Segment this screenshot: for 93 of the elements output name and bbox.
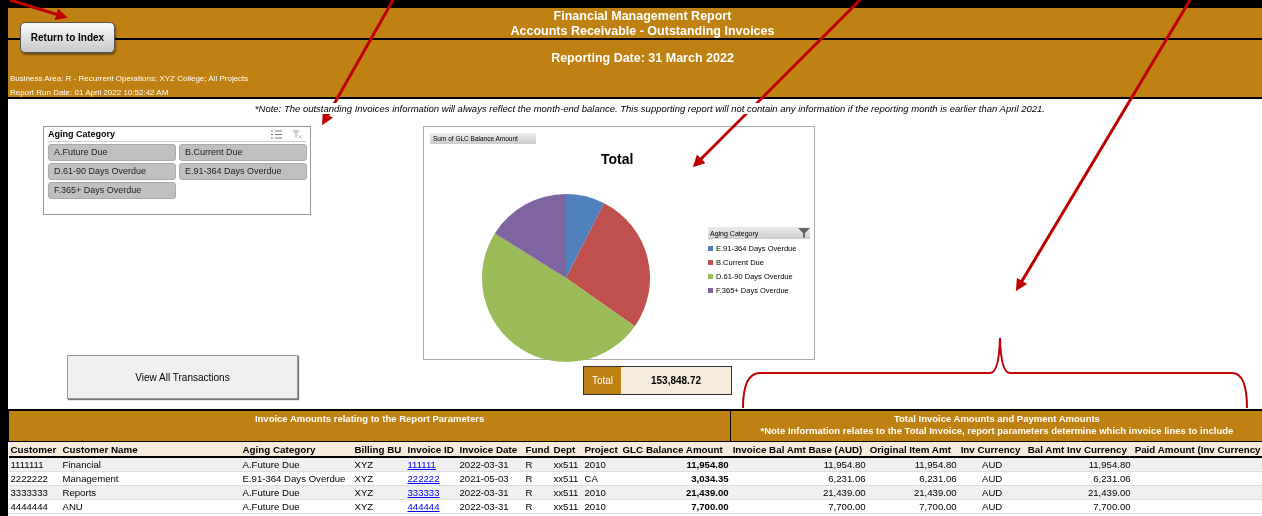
column-header: Original Item Amt [867,441,959,457]
table-cell: A.Future Due [240,457,353,472]
table-cell: ANU [60,499,241,514]
report-title: Accounts Receivable - Outstanding Invoices [510,24,775,39]
table-cell: 6,231.06 [867,471,959,486]
column-header: Invoice Bal Amt Base (AUD) [730,441,868,457]
run-date: Report Run Date: 01 April 2022 10:52:42 AM [10,87,170,99]
table-cell: Management [60,471,241,486]
column-header: Invoice Date [457,441,524,457]
column-header: Fund [523,441,552,457]
invoice-link[interactable]: 222222 [407,473,440,484]
table-cell: 4444444 [8,499,61,514]
table-cell: xx511 [551,457,583,472]
table-cell: R [523,471,552,486]
table-cell: AUD [958,485,1026,500]
column-header: Inv Currency [958,441,1026,457]
column-header: Aging Category [240,441,353,457]
table-cell: 11,954.80 [1025,457,1133,472]
table-cell: 7,700.00 [730,499,868,514]
table-cell: xx511 [551,499,583,514]
table-cell: 2010 [582,485,621,500]
column-header: Billing BU [352,441,406,457]
table-cell: 2021-05-03 [457,471,524,486]
note: *Note: The outstanding Invoices information will always reflect the month-end balance. This supporting report will not contain any information if the reporting month is earlier than April 2021. [254,103,1045,114]
table-cell: 21,439.00 [730,485,868,500]
slicer-title: Aging Category [48,129,115,139]
slicer-item[interactable]: B.Current Due [179,144,307,161]
reporting-date: Reporting Date: 31 March 2022 [550,51,735,65]
column-header: Customer [8,441,61,457]
column-header: Project [582,441,621,457]
table-cell: 6,231.06 [730,471,868,486]
chart-title: Total [601,151,634,167]
column-header: Bal Amt Inv Currency [1025,441,1133,457]
table-cell: 21,439.00 [867,485,959,500]
column-header: Invoice ID [405,441,458,457]
multi-select-icon[interactable] [271,129,282,139]
table-cell: AUD [958,471,1026,486]
view-all-transactions-button[interactable]: View All Transactions [67,355,298,399]
table-cell: R [523,485,552,500]
table-cell: 7,700.00 [867,499,959,514]
column-header: GLC Balance Amount [620,441,731,457]
table-section-heading: Total Invoice Amounts and Payment Amounts *Note Information relates to the Total Invoice, report parameters determine which invoice lines to include [730,410,1262,442]
table-cell: 21,439.00 [620,485,731,500]
table-cell: 3333333 [8,485,61,500]
table-cell: A.Future Due [240,499,353,514]
column-header: Paid Amount (Inv Currency [1132,441,1262,457]
table-cell: 3,034.35 [620,471,731,486]
slicer-item[interactable]: D.61-90 Days Overdue [48,163,176,180]
total-label: Total [584,367,621,394]
invoice-link[interactable]: 333333 [407,487,440,498]
annotation-arrow [9,0,68,20]
table-cell: XYZ [352,471,406,486]
total-value: 153,848.72 [621,367,731,394]
table-cell: xx511 [551,485,583,500]
table-cell: AUD [958,457,1026,472]
table-cell: CA [582,471,621,486]
table-cell: 6,231.06 [1025,471,1133,486]
column-header: Customer Name [60,441,241,457]
table-cell: Financial [60,457,241,472]
table-cell: 11,954.80 [730,457,868,472]
table-cell: XYZ [352,485,406,500]
table-cell: 2022-03-31 [457,499,524,514]
invoice-link[interactable]: 444444 [407,501,440,512]
table-cell: E.91-364 Days Overdue [240,471,353,486]
table-cell: 2022-03-31 [457,457,524,472]
table-cell: A.Future Due [240,485,353,500]
table-cell: XYZ [352,499,406,514]
filter-icon[interactable] [798,228,810,238]
slicer-item[interactable]: E.91-364 Days Overdue [179,163,307,180]
table-cell: 7,700.00 [620,499,731,514]
table-cell: 11,954.80 [620,457,731,472]
table-cell: 2222222 [8,471,61,486]
report-title: Financial Management Report [553,9,732,24]
table-cell: 21,439.00 [1025,485,1133,500]
slicer-item[interactable]: F.365+ Days Overdue [48,182,176,199]
invoice-link[interactable]: 111111 [407,459,436,470]
table-cell: R [523,499,552,514]
table-cell: 1111111 [8,457,61,472]
table-cell: xx511 [551,471,583,486]
table-cell: 2010 [582,457,621,472]
business-area: Business Area: R - Recurrent Operations; XYZ College; All Projects [10,72,1262,86]
slicer-item[interactable]: A.Future Due [48,144,176,161]
table-section-heading: Invoice Amounts relating to the Report Parameters [8,410,731,442]
table-cell: Reports [60,485,241,500]
table-cell: 2010 [582,499,621,514]
table-cell: R [523,457,552,472]
table-cell: 2022-03-31 [457,485,524,500]
table-cell: AUD [958,499,1026,514]
return-to-index-button[interactable]: Return to Index [20,22,115,53]
column-header: Dept [551,441,583,457]
table-cell: XYZ [352,457,406,472]
table-cell: 11,954.80 [867,457,959,472]
table-cell: 7,700.00 [1025,499,1133,514]
